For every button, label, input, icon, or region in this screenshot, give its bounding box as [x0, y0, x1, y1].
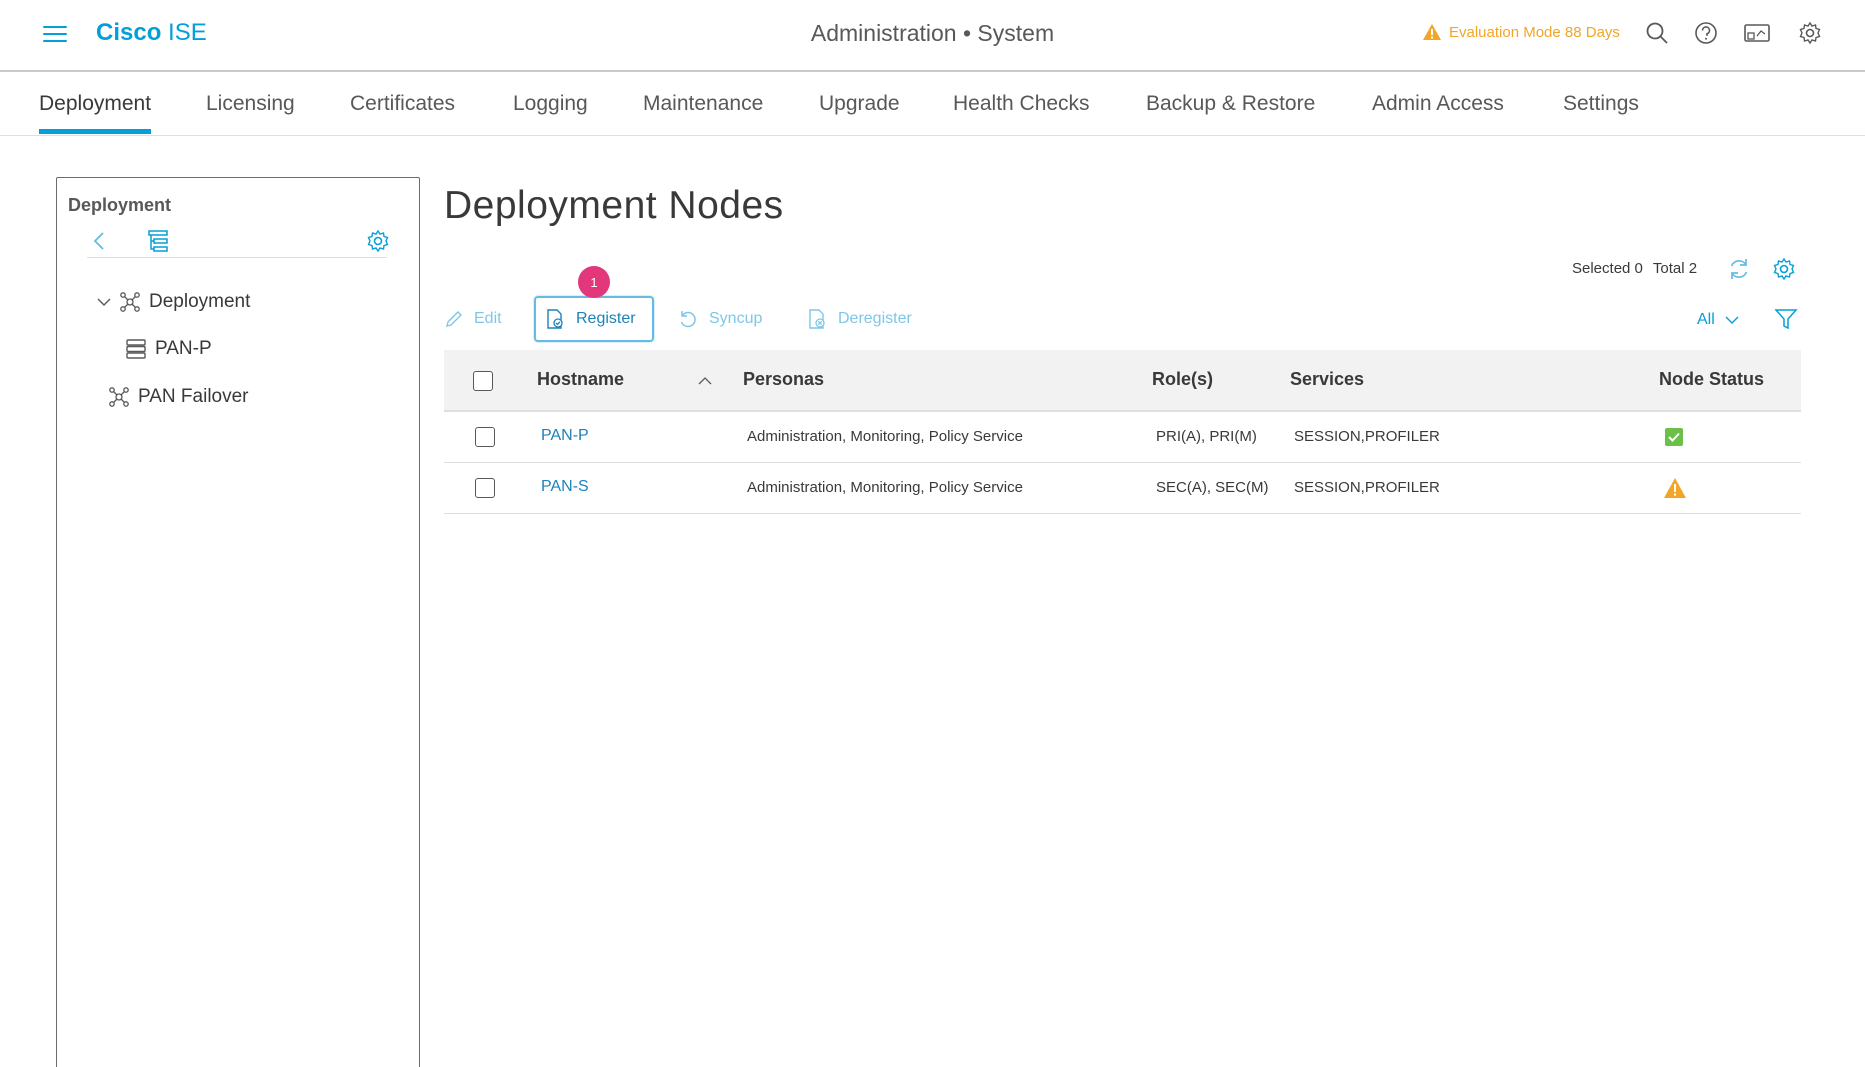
register-button[interactable]: Register — [534, 296, 654, 342]
refresh-icon[interactable] — [1726, 256, 1752, 282]
tab-backup-restore[interactable]: Backup & Restore — [1146, 92, 1315, 134]
warning-icon — [1423, 24, 1441, 40]
column-services[interactable]: Services — [1290, 369, 1364, 390]
sync-icon — [680, 311, 696, 328]
deregister-button[interactable]: Deregister — [806, 296, 912, 342]
menu-icon[interactable] — [43, 26, 67, 44]
services-cell: SESSION,PROFILER — [1294, 479, 1440, 496]
services-cell: SESSION,PROFILER — [1294, 428, 1440, 445]
filter-value: All — [1697, 311, 1715, 328]
table-row[interactable]: PAN-P Administration, Monitoring, Policy… — [444, 412, 1801, 463]
brand-light: ISE — [168, 19, 207, 46]
hostname-link[interactable]: PAN-S — [541, 478, 589, 496]
brand-bold: Cisco — [96, 19, 162, 46]
tab-admin-access[interactable]: Admin Access — [1372, 92, 1504, 134]
status-ok-icon — [1665, 428, 1683, 446]
evaluation-banner[interactable]: Evaluation Mode 88 Days — [1422, 23, 1620, 41]
column-node-status[interactable]: Node Status — [1659, 369, 1764, 390]
tree-item-deployment[interactable]: Deployment — [97, 291, 250, 313]
roles-cell: SEC(A), SEC(M) — [1156, 479, 1269, 496]
filter-icon[interactable] — [1774, 307, 1798, 331]
chevron-down-icon[interactable] — [97, 297, 111, 307]
top-header: Cisco ISE Administration • System Evalua… — [0, 0, 1865, 72]
network-icon — [109, 387, 129, 407]
register-label: Register — [576, 310, 636, 327]
tab-maintenance[interactable]: Maintenance — [643, 92, 763, 134]
edit-button[interactable]: Edit — [444, 296, 502, 342]
search-icon[interactable] — [1644, 20, 1670, 46]
dashboard-icon[interactable] — [1743, 20, 1771, 46]
step-badge: 1 — [578, 266, 610, 298]
tree-item-pan-p[interactable]: PAN-P — [125, 338, 212, 360]
deregister-label: Deregister — [838, 310, 912, 327]
brand-logo[interactable]: Cisco ISE — [96, 19, 207, 47]
deployment-tree-panel: Deployment Deployment PAN-P PAN Failover — [56, 177, 420, 1067]
sort-ascending-icon[interactable] — [697, 375, 713, 387]
personas-cell: Administration, Monitoring, Policy Servi… — [747, 479, 1023, 496]
column-hostname[interactable]: Hostname — [537, 369, 624, 390]
tree-item-label: Deployment — [149, 291, 251, 312]
tab-upgrade[interactable]: Upgrade — [819, 92, 900, 134]
tree-view-icon[interactable] — [145, 228, 171, 254]
tab-health-checks[interactable]: Health Checks — [953, 92, 1090, 134]
page-heading: Deployment Nodes — [444, 184, 784, 227]
table-row[interactable]: PAN-S Administration, Monitoring, Policy… — [444, 463, 1801, 514]
select-all-checkbox[interactable] — [473, 371, 493, 391]
quick-filter-select[interactable]: All — [1697, 311, 1739, 329]
tab-settings[interactable]: Settings — [1563, 92, 1639, 134]
help-icon[interactable] — [1693, 20, 1719, 46]
status-warning-icon — [1664, 478, 1686, 498]
chevron-down-icon — [1725, 316, 1739, 324]
tab-bar: Deployment Licensing Certificates Loggin… — [0, 72, 1865, 136]
table-header: Hostname Personas Role(s) Services Node … — [444, 350, 1801, 412]
tree-item-pan-failover[interactable]: PAN Failover — [108, 386, 249, 408]
syncup-label: Syncup — [709, 310, 763, 327]
gear-icon[interactable] — [1797, 20, 1823, 46]
selected-count: Selected 0 — [1572, 260, 1643, 277]
total-count: Total 2 — [1652, 260, 1698, 277]
network-icon — [120, 292, 140, 312]
server-icon — [126, 339, 146, 359]
chevron-left-icon[interactable] — [87, 228, 113, 254]
deregister-icon — [809, 309, 825, 329]
tree-item-label: PAN Failover — [138, 386, 249, 407]
hostname-link[interactable]: PAN-P — [541, 427, 589, 445]
tab-licensing[interactable]: Licensing — [206, 92, 295, 134]
column-roles[interactable]: Role(s) — [1152, 369, 1213, 390]
gear-icon[interactable] — [365, 228, 391, 254]
tab-deployment[interactable]: Deployment — [39, 92, 152, 134]
table-settings-icon[interactable] — [1771, 256, 1797, 282]
pencil-icon — [446, 311, 462, 327]
tab-certificates[interactable]: Certificates — [350, 92, 455, 134]
tree-item-label: PAN-P — [155, 338, 212, 359]
row-checkbox[interactable] — [475, 427, 495, 447]
personas-cell: Administration, Monitoring, Policy Servi… — [747, 428, 1023, 445]
register-icon — [547, 309, 563, 329]
panel-toolbar — [87, 228, 389, 258]
roles-cell: PRI(A), PRI(M) — [1156, 428, 1257, 445]
syncup-button[interactable]: Syncup — [677, 296, 762, 342]
tab-logging[interactable]: Logging — [513, 92, 588, 134]
column-personas[interactable]: Personas — [743, 369, 824, 390]
evaluation-text: Evaluation Mode 88 Days — [1449, 23, 1620, 41]
edit-label: Edit — [474, 310, 502, 327]
row-checkbox[interactable] — [475, 478, 495, 498]
panel-title: Deployment — [68, 195, 172, 215]
selection-counts: Selected 0 Total 2 — [1572, 260, 1697, 277]
deployment-nodes-table: Hostname Personas Role(s) Services Node … — [444, 350, 1801, 514]
